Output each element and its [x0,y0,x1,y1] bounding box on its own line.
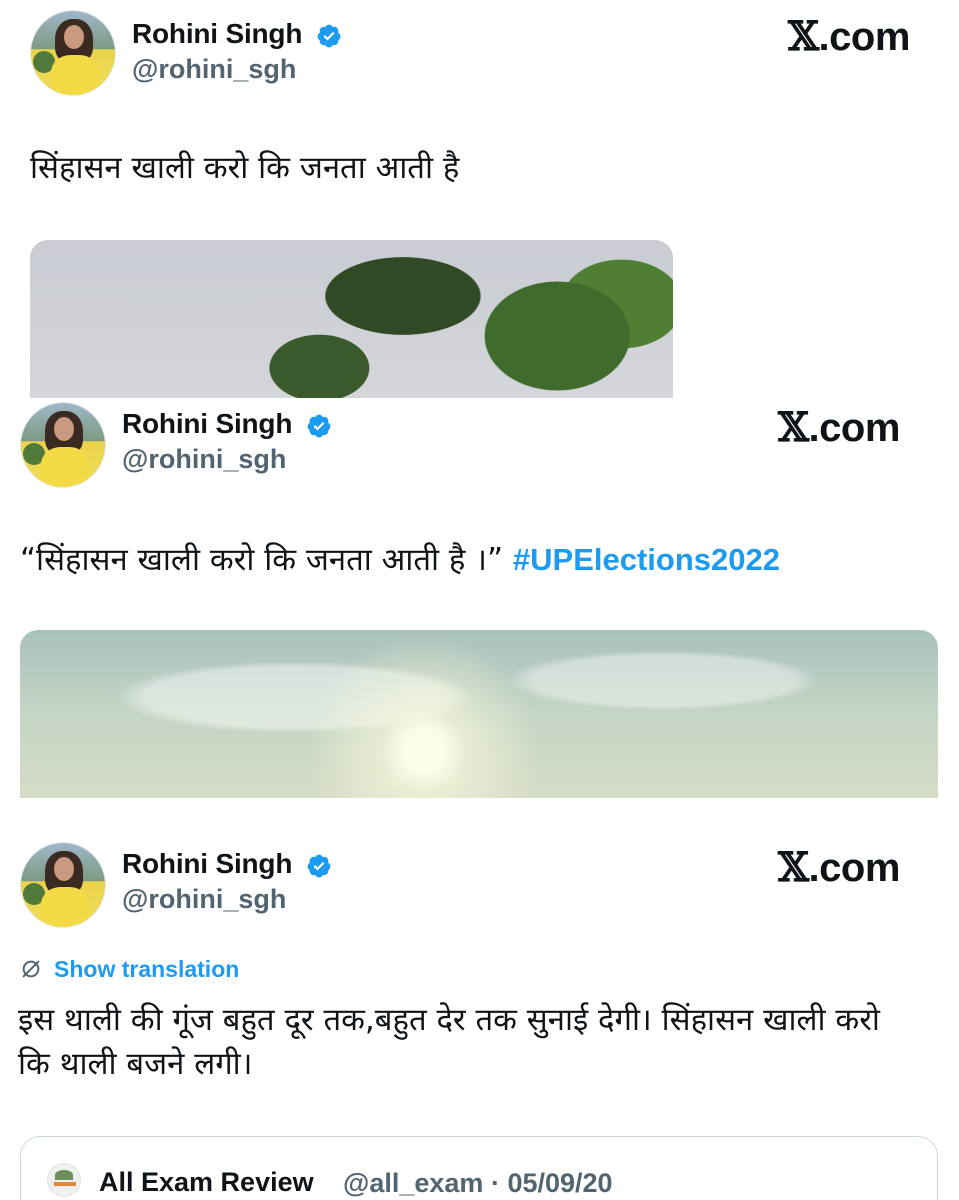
meta-separator: · [490,1168,500,1198]
avatar-body [41,447,89,487]
tweet-text-line-1: इस थाली की गूंज बहुत दूर तक,बहुत देर तक … [18,1002,880,1038]
tweet-text: सिंहासन खाली करो कि जनता आती है [30,150,460,186]
author-name-text: Rohini Singh [132,18,303,49]
tweet-card-2: Rohini Singh @rohini_sgh 𝕏.com “सिंहासन … [0,398,959,798]
quoted-author-name: All Exam Review [99,1167,314,1197]
avatar-face [54,417,74,441]
tweet-text-body: “सिंहासन खाली करो कि जनता आती है ।” [20,542,504,578]
x-logo-suffix: .com [808,406,901,450]
author-avatar[interactable] [30,10,116,96]
quoted-tweet-date: 05/09/20 [507,1168,613,1198]
verified-badge-icon [317,24,341,47]
tweet-text: “सिंहासन खाली करो कि जनता आती है ।” #UPE… [20,538,780,580]
avatar-face [64,25,84,49]
author-name-text: Rohini Singh [122,408,293,439]
quoted-author-handle: @all_exam [343,1168,484,1198]
author-handle[interactable]: @rohini_sgh [122,444,286,475]
avatar-body [41,887,89,927]
author-handle[interactable]: @rohini_sgh [122,884,286,915]
author-handle[interactable]: @rohini_sgh [132,54,296,85]
quoted-author-avatar [47,1163,81,1197]
x-logo-mark: 𝕏 [778,844,809,891]
quoted-tweet-card[interactable]: All Exam Review @all_exam · 05/09/20 [20,1136,938,1200]
verified-badge-icon [307,854,331,877]
tweet-media-video[interactable] [20,630,938,798]
x-logo-mark: 𝕏 [778,404,809,451]
author-name[interactable]: Rohini Singh [122,848,332,880]
author-avatar[interactable] [20,842,106,928]
x-logo-suffix: .com [818,15,911,59]
avatar-body [51,55,99,95]
x-logo-suffix: .com [808,846,901,890]
x-brand-logo: 𝕏.com [788,13,910,60]
tweet-media-video[interactable] [30,240,673,398]
verified-badge-icon [307,414,331,437]
tweet-text-line-2: कि थाली बजने लगी। [18,1046,253,1082]
quoted-author-meta: @all_exam · 05/09/20 [343,1168,613,1199]
show-translation-label: Show translation [54,956,240,982]
author-name[interactable]: Rohini Singh [122,408,332,440]
x-brand-logo: 𝕏.com [778,844,900,891]
x-logo-mark: 𝕏 [788,13,819,60]
show-translation-link[interactable]: Show translation [20,956,239,983]
x-brand-logo: 𝕏.com [778,404,900,451]
translate-icon [22,960,40,978]
tweet-card-1: Rohini Singh @rohini_sgh 𝕏.com सिंहासन ख… [0,0,959,398]
avatar-face [54,857,74,881]
author-avatar[interactable] [20,402,106,488]
author-name-text: Rohini Singh [122,848,293,879]
hashtag-link[interactable]: #UPElections2022 [513,542,780,577]
author-name[interactable]: Rohini Singh [132,18,342,50]
